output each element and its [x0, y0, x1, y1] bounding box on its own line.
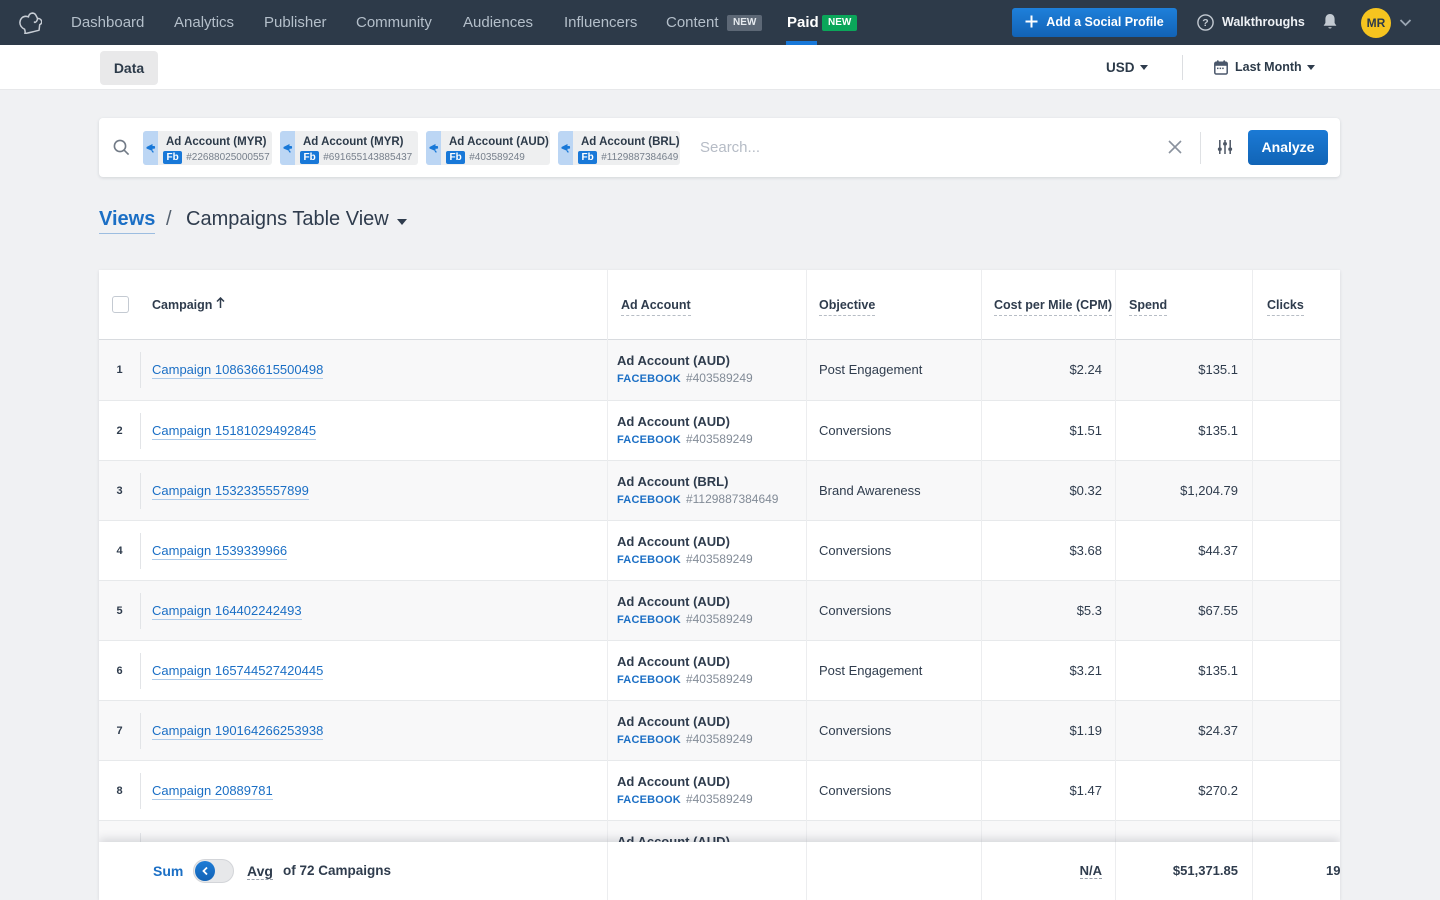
svg-text:?: ?: [1202, 17, 1208, 29]
